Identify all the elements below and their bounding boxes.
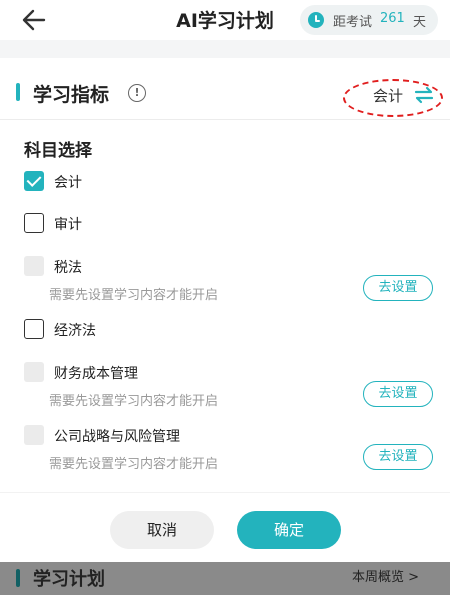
background-weekly-overview-link: 本周概览 > [352, 570, 420, 585]
go-setup-button[interactable]: 去设置 [363, 381, 433, 407]
exam-countdown-badge: 距考试 261 天 [300, 5, 438, 35]
subject-label: 财务成本管理 [54, 366, 138, 382]
subject-disabled-note: 需要先设置学习内容才能开启 [49, 288, 219, 303]
subject-select-title: 科目选择 [24, 141, 92, 161]
confirm-button[interactable]: 确定 [237, 511, 341, 549]
subject-label: 审计 [54, 217, 82, 233]
subject-item: 税法 需要先设置学习内容才能开启 去设置 [0, 256, 450, 304]
section-accent-bar [16, 83, 20, 101]
checkbox-checked[interactable] [24, 171, 44, 191]
subject-item[interactable]: 会计 [0, 171, 450, 193]
current-subject-label[interactable]: 会计 [373, 85, 403, 106]
go-setup-button[interactable]: 去设置 [363, 444, 433, 470]
top-bar: AI学习计划 距考试 261 天 [0, 0, 450, 40]
exam-countdown-prefix: 距考试 [333, 15, 373, 30]
checkbox-disabled [24, 425, 44, 445]
action-bar [0, 492, 450, 562]
subject-label: 公司战略与风险管理 [54, 429, 180, 445]
section-divider [0, 40, 450, 58]
subject-disabled-note: 需要先设置学习内容才能开启 [49, 394, 219, 409]
subject-item[interactable]: 审计 [0, 213, 450, 235]
checkbox-unchecked[interactable] [24, 213, 44, 233]
subject-label: 税法 [54, 260, 82, 276]
clock-icon [308, 12, 324, 28]
cancel-button[interactable]: 取消 [110, 511, 214, 549]
subject-label: 会计 [54, 175, 82, 191]
checkbox-unchecked[interactable] [24, 319, 44, 339]
exam-countdown-suffix: 天 [413, 15, 427, 30]
checkbox-disabled [24, 362, 44, 382]
subject-item: 财务成本管理 需要先设置学习内容才能开启 去设置 [0, 362, 450, 410]
exam-countdown-days: 261 [380, 11, 405, 26]
subject-item: 公司战略与风险管理 需要先设置学习内容才能开启 去设置 [0, 425, 450, 473]
section-title: 学习指标 [33, 84, 110, 106]
info-icon[interactable]: ! [128, 84, 146, 102]
go-setup-button[interactable]: 去设置 [363, 275, 433, 301]
checkbox-disabled [24, 256, 44, 276]
background-section-accent-bar [16, 569, 20, 587]
subject-label: 经济法 [54, 323, 96, 339]
switch-arrows-icon[interactable] [414, 86, 434, 104]
section-header: 学习指标 ! 会计 [0, 58, 450, 120]
subject-disabled-note: 需要先设置学习内容才能开启 [49, 457, 219, 472]
background-section-title: 学习计划 [33, 569, 105, 590]
subject-item[interactable]: 经济法 [0, 319, 450, 341]
